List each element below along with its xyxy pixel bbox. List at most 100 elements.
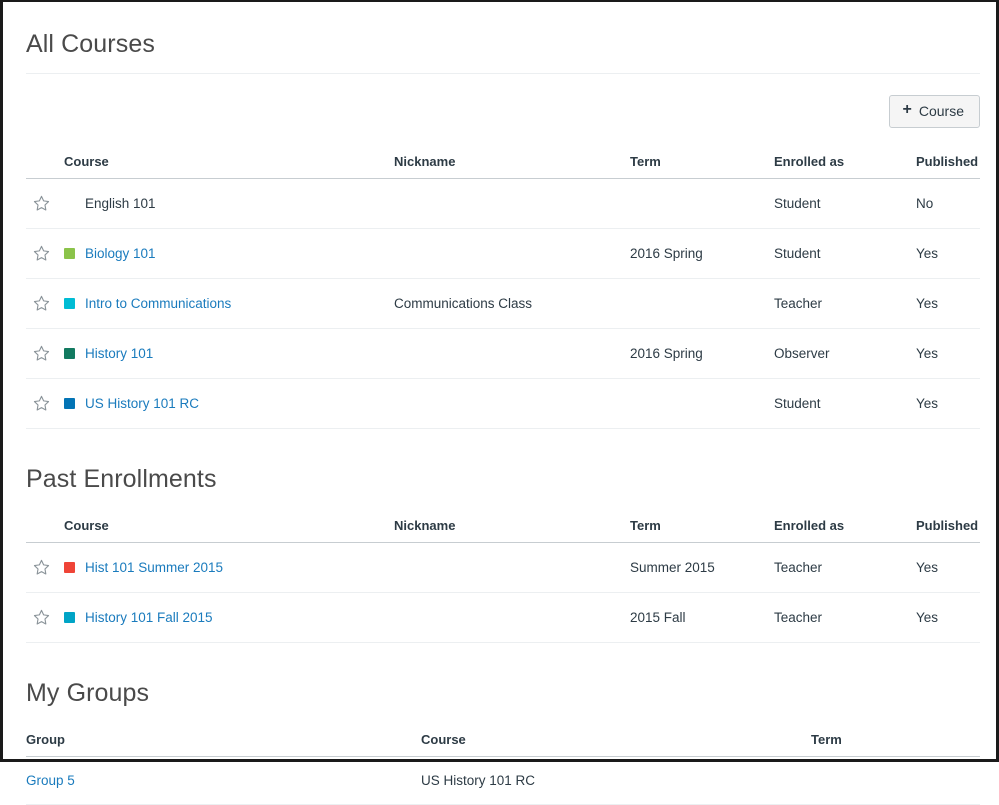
past-enrollments-table: Course Nickname Term Enrolled as Publish… — [26, 518, 980, 643]
star-outline-icon[interactable] — [33, 195, 50, 212]
header-published: Published — [916, 154, 980, 179]
published-cell: Yes — [916, 593, 980, 643]
group-link[interactable]: Group 5 — [26, 773, 75, 788]
enrolled-as-cell: Teacher — [774, 593, 916, 643]
group-course-cell: US History 101 RC — [421, 757, 811, 805]
course-color-swatch — [64, 248, 75, 259]
enrolled-as-cell: Teacher — [774, 279, 916, 329]
nickname-cell — [394, 179, 630, 229]
table-row: Group 5 US History 101 RC — [26, 757, 980, 805]
course-cell: History 101 Fall 2015 — [64, 593, 394, 643]
nickname-cell: Communications Class — [394, 279, 630, 329]
enrolled-as-cell: Student — [774, 229, 916, 279]
star-outline-icon[interactable] — [33, 295, 50, 312]
course-cell: History 101 — [64, 329, 394, 379]
course-cell: English 101 — [64, 179, 394, 229]
favorite-cell[interactable] — [26, 329, 64, 379]
enrolled-as-cell: Student — [774, 179, 916, 229]
course-link[interactable]: US History 101 RC — [85, 396, 199, 411]
enrolled-as-cell: Student — [774, 379, 916, 429]
course-link[interactable]: Hist 101 Summer 2015 — [85, 560, 223, 575]
add-course-button[interactable]: + Course — [889, 95, 980, 128]
all-courses-table: Course Nickname Term Enrolled as Publish… — [26, 154, 980, 429]
page-frame: All Courses + Course Course Nickname Ter… — [0, 0, 999, 762]
enrolled-as-cell: Observer — [774, 329, 916, 379]
course-color-swatch — [64, 348, 75, 359]
header-nickname: Nickname — [394, 154, 630, 179]
header-enrolled-as: Enrolled as — [774, 154, 916, 179]
my-groups-section: My Groups — [26, 679, 980, 708]
published-cell: Yes — [916, 229, 980, 279]
header-course: Course — [421, 732, 811, 757]
all-courses-body: English 101 Student No — [26, 179, 980, 429]
course-cell: US History 101 RC — [64, 379, 394, 429]
course-cell: Biology 101 — [64, 229, 394, 279]
header-favorite — [26, 518, 64, 543]
table-header-row: Course Nickname Term Enrolled as Publish… — [26, 154, 980, 179]
add-course-label: Course — [919, 104, 964, 118]
my-groups-title: My Groups — [26, 679, 980, 708]
star-outline-icon[interactable] — [33, 245, 50, 262]
published-cell: Yes — [916, 279, 980, 329]
term-cell: 2015 Fall — [630, 593, 774, 643]
header-favorite — [26, 154, 64, 179]
header-term: Term — [811, 732, 980, 757]
table-row: Hist 101 Summer 2015 Summer 2015 Teacher… — [26, 543, 980, 593]
courses-toolbar: + Course — [26, 95, 980, 128]
course-name: English 101 — [85, 196, 156, 211]
term-cell: 2016 Spring — [630, 229, 774, 279]
table-row: History 101 2016 Spring Observer Yes — [26, 329, 980, 379]
page-title: All Courses — [26, 30, 980, 59]
header-course: Course — [64, 154, 394, 179]
term-cell — [630, 379, 774, 429]
course-color-swatch — [64, 398, 75, 409]
course-cell: Hist 101 Summer 2015 — [64, 543, 394, 593]
header-term: Term — [630, 518, 774, 543]
course-color-swatch — [64, 562, 75, 573]
published-cell: No — [916, 179, 980, 229]
favorite-cell[interactable] — [26, 543, 64, 593]
favorite-cell[interactable] — [26, 379, 64, 429]
course-color-swatch — [64, 612, 75, 623]
course-color-swatch — [64, 298, 75, 309]
header-term: Term — [630, 154, 774, 179]
my-groups-table: Group Course Term Group 5 US History 101… — [26, 732, 980, 805]
enrolled-as-cell: Teacher — [774, 543, 916, 593]
course-link[interactable]: Intro to Communications — [85, 296, 231, 311]
table-header-row: Course Nickname Term Enrolled as Publish… — [26, 518, 980, 543]
nickname-cell — [394, 229, 630, 279]
past-enrollments-title: Past Enrollments — [26, 465, 980, 494]
favorite-cell[interactable] — [26, 279, 64, 329]
title-divider — [26, 73, 980, 74]
term-cell: 2016 Spring — [630, 329, 774, 379]
term-cell — [630, 279, 774, 329]
past-enrollments-section: Past Enrollments — [26, 465, 980, 494]
nickname-cell — [394, 379, 630, 429]
star-outline-icon[interactable] — [33, 559, 50, 576]
header-enrolled-as: Enrolled as — [774, 518, 916, 543]
past-enrollments-body: Hist 101 Summer 2015 Summer 2015 Teacher… — [26, 543, 980, 643]
group-cell: Group 5 — [26, 757, 421, 805]
nickname-cell — [394, 543, 630, 593]
page-content: All Courses + Course Course Nickname Ter… — [26, 2, 980, 759]
favorite-cell[interactable] — [26, 229, 64, 279]
star-outline-icon[interactable] — [33, 609, 50, 626]
course-link[interactable]: Biology 101 — [85, 246, 156, 261]
all-courses-section: All Courses — [26, 2, 980, 74]
course-link[interactable]: History 101 — [85, 346, 153, 361]
favorite-cell[interactable] — [26, 179, 64, 229]
plus-icon: + — [903, 102, 912, 118]
course-link[interactable]: History 101 Fall 2015 — [85, 610, 213, 625]
favorite-cell[interactable] — [26, 593, 64, 643]
table-row: US History 101 RC Student Yes — [26, 379, 980, 429]
star-outline-icon[interactable] — [33, 345, 50, 362]
header-course: Course — [64, 518, 394, 543]
table-row: English 101 Student No — [26, 179, 980, 229]
term-cell: Summer 2015 — [630, 543, 774, 593]
table-row: History 101 Fall 2015 2015 Fall Teacher … — [26, 593, 980, 643]
group-term-cell — [811, 757, 980, 805]
published-cell: Yes — [916, 543, 980, 593]
header-nickname: Nickname — [394, 518, 630, 543]
my-groups-body: Group 5 US History 101 RC — [26, 757, 980, 805]
star-outline-icon[interactable] — [33, 395, 50, 412]
